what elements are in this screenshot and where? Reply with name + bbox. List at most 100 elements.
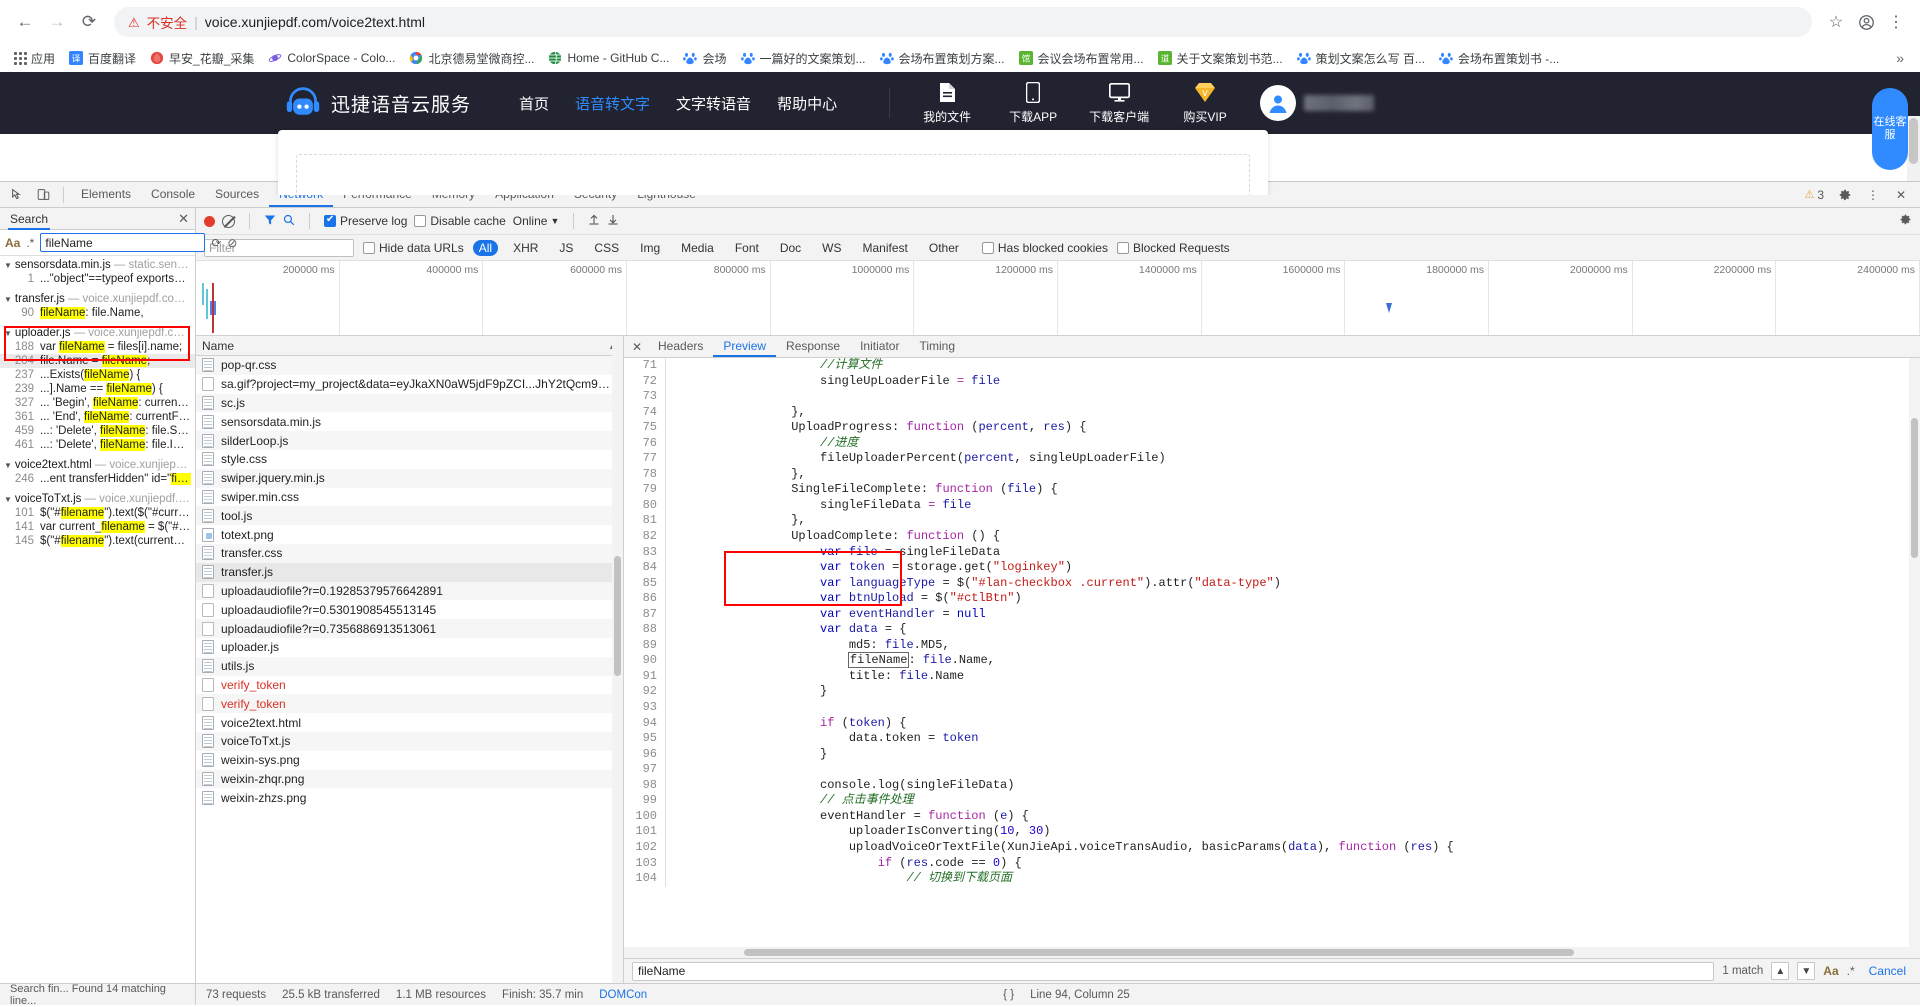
header-tool-download-client[interactable]: 下载客户端 (1089, 82, 1149, 125)
kebab-menu-icon[interactable]: ⋮ (1882, 8, 1910, 36)
cancel-button[interactable]: Cancel (1863, 964, 1912, 978)
scrollbar-thumb[interactable] (614, 556, 621, 676)
upload-dropzone[interactable] (296, 154, 1250, 195)
filter-type-all[interactable]: All (472, 239, 499, 256)
filter-type-manifest[interactable]: Manifest (857, 240, 914, 256)
disable-cache-checkbox[interactable]: Disable cache (414, 214, 506, 228)
code-viewer[interactable]: 71 //计算文件 72 singleUpLoaderFile = file 73 7… (624, 358, 1920, 958)
table-row[interactable]: swiper.min.css (196, 488, 623, 507)
search-result-line[interactable]: 459 ...: 'Delete', fileName: file.Server.… (0, 424, 195, 438)
filter-type-xhr[interactable]: XHR (507, 240, 544, 256)
search-result-file[interactable]: ▼ voice2text.html — voice.xunjiepdf.c... (0, 458, 195, 472)
table-row[interactable]: weixin-zhzs.png (196, 788, 623, 807)
filter-type-js[interactable]: JS (553, 240, 579, 256)
bookmark-item-10[interactable]: 道 关于文案策划书范... (1152, 47, 1289, 70)
scrollbar-thumb[interactable] (744, 949, 1574, 956)
import-har-icon[interactable] (588, 213, 600, 229)
preserve-log-checkbox[interactable]: Preserve log (324, 214, 407, 228)
search-icon[interactable] (283, 214, 295, 229)
detail-tab-preview[interactable]: Preview (713, 336, 777, 357)
table-row[interactable]: uploadaudiofile?r=0.19285379576642891 (196, 581, 623, 601)
bookmark-item-6[interactable]: 会场 (677, 47, 732, 70)
reload-icon[interactable]: ⟳ (74, 7, 104, 37)
chevron-down-icon[interactable]: ▼ (4, 295, 12, 304)
bookmark-item-2[interactable]: 早安_花瓣_采集 (144, 47, 260, 70)
search-result-file[interactable]: ▼ voiceToTxt.js — voice.xunjiepdf.com... (0, 492, 195, 506)
bookmark-star-icon[interactable]: ☆ (1822, 8, 1850, 36)
chevron-down-icon[interactable]: ▼ (4, 495, 12, 504)
search-result-line[interactable]: 327 ... 'Begin', fileName: currentFile... (0, 396, 195, 410)
kebab-menu-icon[interactable]: ⋮ (1860, 183, 1886, 207)
warning-count[interactable]: ⚠ 3 (1798, 188, 1830, 202)
online-service-button[interactable]: 在线客服 (1872, 88, 1908, 170)
chevron-down-icon[interactable]: ▼ (1797, 962, 1816, 980)
avatar[interactable] (1260, 85, 1297, 121)
table-row[interactable]: tool.js (196, 506, 623, 526)
filter-type-doc[interactable]: Doc (774, 240, 807, 256)
devtools-tab-elements[interactable]: Elements (71, 182, 141, 207)
bookmark-item-4[interactable]: 北京德易堂微商控... (403, 47, 540, 70)
bookmark-item-12[interactable]: 会场布置策划书 -... (1433, 47, 1565, 70)
network-overview-timeline[interactable]: 200000 ms 400000 ms 600000 ms 800000 ms … (196, 261, 1920, 336)
filter-type-other[interactable]: Other (923, 240, 965, 256)
table-row[interactable]: weixin-sys.png (196, 751, 623, 770)
table-row[interactable]: voice2text.html (196, 713, 623, 732)
code-vscrollbar[interactable] (1909, 358, 1920, 958)
refresh-icon[interactable]: ⟳ (211, 236, 221, 250)
table-row[interactable]: silderLoop.js (196, 431, 623, 450)
detail-tab-response[interactable]: Response (776, 336, 850, 357)
site-nav-item-home[interactable]: 首页 (519, 93, 549, 114)
profile-icon[interactable] (1852, 8, 1880, 36)
detail-tab-initiator[interactable]: Initiator (850, 336, 909, 357)
search-result-line[interactable]: 101 $("#filename").text($("#current... (0, 506, 195, 520)
table-row[interactable]: uploader.js (196, 638, 623, 657)
devtools-tab-sources[interactable]: Sources (205, 182, 269, 207)
search-input[interactable] (40, 233, 206, 252)
filter-type-media[interactable]: Media (675, 240, 720, 256)
detail-tab-timing[interactable]: Timing (909, 336, 965, 357)
inspect-element-icon[interactable] (4, 183, 30, 207)
close-icon[interactable]: ✕ (1888, 183, 1914, 207)
pretty-print-icon[interactable]: { } (1003, 989, 1014, 1001)
bookmark-item-1[interactable]: 译 百度翻译 (63, 47, 142, 70)
table-row[interactable]: verify_token (196, 694, 623, 714)
record-icon[interactable] (204, 215, 215, 227)
table-row[interactable]: voiceToTxt.js (196, 731, 623, 751)
gear-icon[interactable] (1832, 183, 1858, 207)
table-row[interactable]: transfer.js (196, 562, 623, 582)
chevron-up-icon[interactable]: ▲ (1771, 962, 1790, 980)
search-result-file[interactable]: ▼ sensorsdata.min.js — static.sensorsd..… (0, 258, 195, 272)
request-list-header[interactable]: Name ▲ (196, 336, 623, 356)
filter-type-ws[interactable]: WS (816, 240, 847, 256)
network-settings-icon[interactable] (1899, 213, 1912, 229)
clear-network-icon[interactable] (222, 214, 235, 228)
close-icon[interactable]: ✕ (626, 340, 648, 354)
table-row[interactable]: swiper.jquery.min.js (196, 468, 623, 488)
device-toolbar-icon[interactable] (30, 183, 56, 207)
chevron-down-icon[interactable]: ▼ (4, 329, 12, 338)
upload-card[interactable] (278, 130, 1268, 195)
back-arrow-icon[interactable]: ← (10, 7, 40, 37)
regex-toggle[interactable]: .* (26, 236, 34, 250)
match-case-toggle[interactable]: Aa (5, 236, 20, 250)
site-nav-item-text2voice[interactable]: 文字转语音 (676, 93, 751, 114)
table-row[interactable]: pop-qr.css (196, 356, 623, 375)
export-har-icon[interactable] (607, 213, 619, 229)
forward-arrow-icon[interactable]: → (42, 7, 72, 37)
site-nav-item-voice2text[interactable]: 语音转文字 (575, 93, 650, 114)
chevron-down-icon[interactable]: ▼ (4, 261, 12, 270)
search-result-file[interactable]: ▼ uploader.js — voice.xunjiepdf.com/... (0, 326, 195, 340)
find-match-case-toggle[interactable]: Aa (1823, 964, 1838, 978)
search-result-line[interactable]: 145 $("#filename").text(current_file... (0, 534, 195, 548)
search-result-line[interactable]: 461 ...: 'Delete', fileName: file.ID + '.… (0, 438, 195, 452)
search-result-line[interactable]: 141 var current_filename = $("#curr... (0, 520, 195, 534)
filter-type-font[interactable]: Font (729, 240, 765, 256)
bookmark-item-8[interactable]: 会场布置策划方案... (874, 47, 1011, 70)
header-tool-my-files[interactable]: 我的文件 (918, 82, 976, 125)
throttling-select[interactable]: Online ▼ (513, 214, 560, 228)
filter-type-css[interactable]: CSS (588, 240, 625, 256)
blocked-requests-checkbox[interactable]: Blocked Requests (1116, 241, 1230, 255)
header-tool-buy-vip[interactable]: V 购买VIP (1176, 82, 1234, 125)
table-row[interactable]: sc.js (196, 393, 623, 413)
detail-tab-headers[interactable]: Headers (648, 336, 713, 357)
